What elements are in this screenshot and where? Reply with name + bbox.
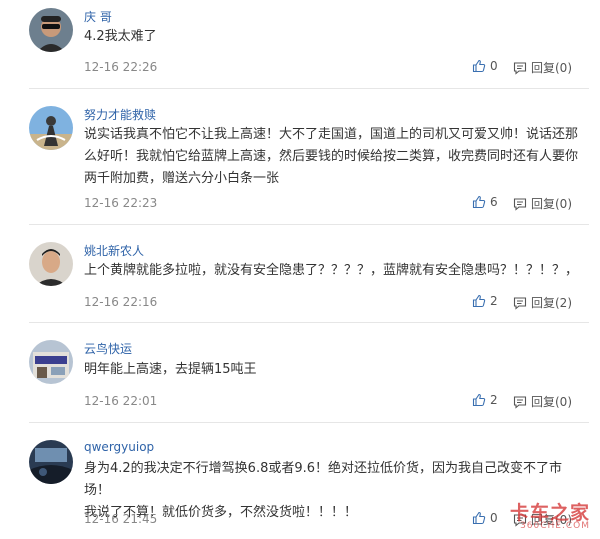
- comment-time: 12-16 22:23: [84, 196, 158, 210]
- divider: [29, 88, 589, 89]
- username[interactable]: 庆 哥: [84, 8, 112, 25]
- username[interactable]: 努力才能救赎: [84, 106, 156, 123]
- reply-button[interactable]: 回复(0): [513, 59, 572, 76]
- avatar[interactable]: [29, 340, 73, 384]
- comment-text: 4.2我太难了: [84, 29, 157, 44]
- watermark-sub: 360CHE.COM: [520, 521, 590, 531]
- divider: [29, 224, 589, 225]
- comment-icon: [513, 296, 527, 310]
- site-watermark: 卡车之家 360CHE.COM: [486, 496, 596, 536]
- reply-button[interactable]: 回复(0): [513, 393, 572, 410]
- divider: [29, 322, 589, 323]
- comment-icon: [513, 395, 527, 409]
- comment-text: 明年能上高速，去提辆15吨王: [84, 362, 257, 377]
- comment-icon: [513, 61, 527, 75]
- comment-time: 12-16 22:26: [84, 60, 158, 74]
- like-count: 2: [490, 294, 498, 308]
- divider: [29, 422, 589, 423]
- like-count: 6: [490, 195, 498, 209]
- comment-text: 说实话我真不怕它不让我上高速！大不了走国道，国道上的司机又可爱又帅！说话还那 么…: [84, 127, 579, 186]
- like-button[interactable]: 2: [472, 393, 498, 407]
- thumbs-up-icon: [472, 393, 486, 407]
- username[interactable]: 云鸟快运: [84, 340, 132, 357]
- reply-label: 回复(2): [531, 296, 572, 310]
- avatar[interactable]: [29, 242, 73, 286]
- avatar[interactable]: [29, 440, 73, 484]
- like-button[interactable]: 2: [472, 294, 498, 308]
- avatar[interactable]: [29, 8, 73, 52]
- comment-text: 上个黄牌就能多拉啦，就没有安全隐患了？？？？，蓝牌就有安全隐患吗？！？！？，: [84, 263, 579, 278]
- like-button[interactable]: 6: [472, 195, 498, 209]
- reply-label: 回复(0): [531, 395, 572, 409]
- reply-button[interactable]: 回复(0): [513, 195, 572, 212]
- avatar[interactable]: [29, 106, 73, 150]
- thumbs-up-icon: [472, 195, 486, 209]
- username[interactable]: 姚北新农人: [84, 242, 144, 259]
- thumbs-up-icon: [472, 59, 486, 73]
- thumbs-up-icon: [472, 294, 486, 308]
- comment-icon: [513, 197, 527, 211]
- reply-label: 回复(0): [531, 197, 572, 211]
- reply-label: 回复(0): [531, 61, 572, 75]
- comment-time: 12-16 22:16: [84, 295, 158, 309]
- comment-time: 12-16 21:45: [84, 512, 158, 526]
- thumbs-up-icon: [472, 511, 486, 525]
- username[interactable]: qwergyuiop: [84, 440, 154, 454]
- like-count: 0: [490, 59, 498, 73]
- like-button[interactable]: 0: [472, 59, 498, 73]
- like-count: 2: [490, 393, 498, 407]
- comment-time: 12-16 22:01: [84, 394, 158, 408]
- reply-button[interactable]: 回复(2): [513, 294, 572, 311]
